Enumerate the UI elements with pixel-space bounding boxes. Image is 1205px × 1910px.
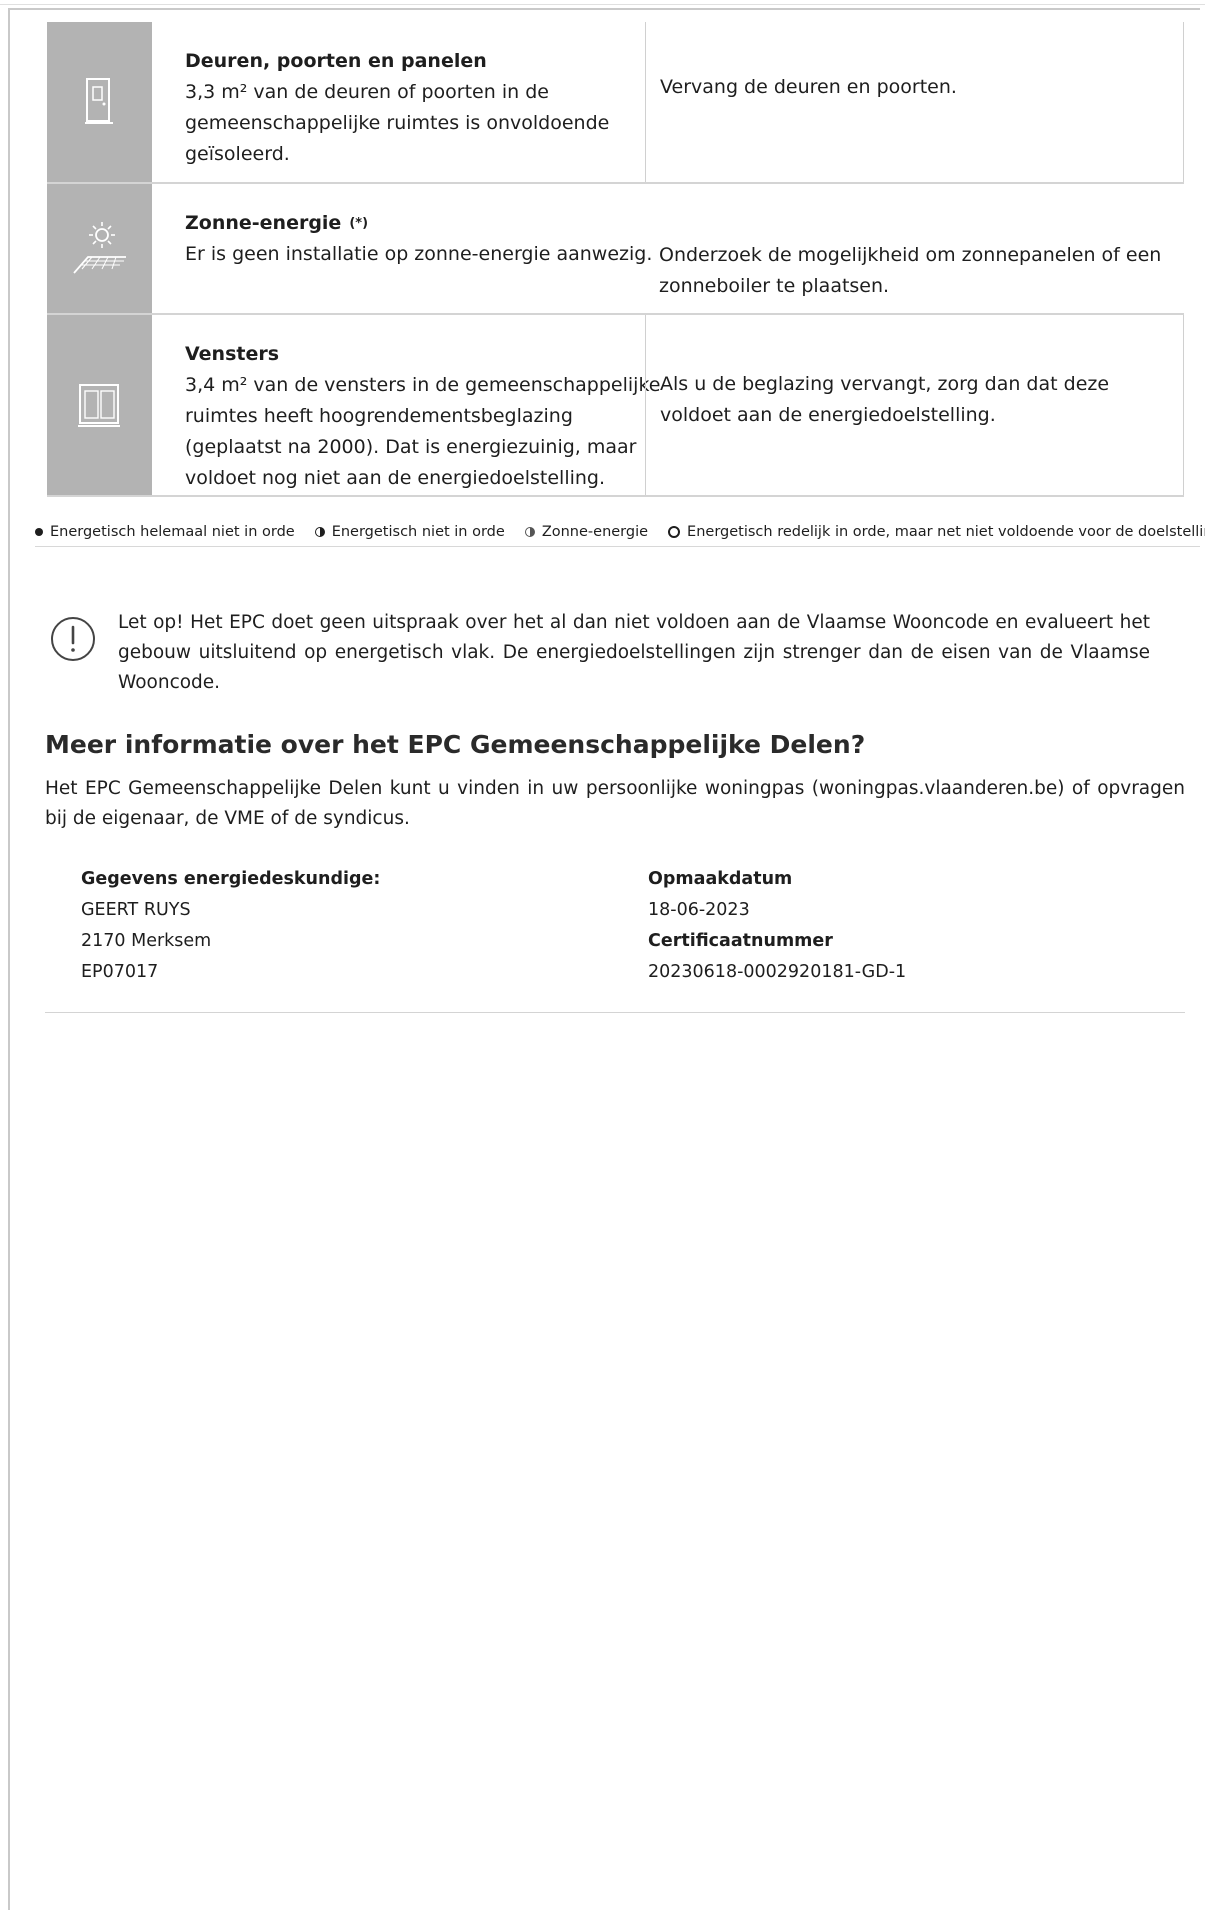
measure-advice-line: voldoet aan de energiedoelstelling. <box>660 404 996 426</box>
measure-current-state: Vensters 3,4 m² van de vensters in de ge… <box>152 315 661 495</box>
legend-label: Zonne-energie <box>541 524 649 540</box>
status-ring-dot-icon <box>668 526 681 538</box>
measure-icon-cell <box>47 22 152 182</box>
measure-current-state: Zonne-energie (*) Er is geen installatie … <box>152 184 653 313</box>
measure-advice-line: Als u de beglazing vervangt, zorg dan da… <box>660 373 1110 395</box>
measure-current-line: geïsoleerd. <box>185 143 290 165</box>
certificate-number-value: 20230618-0002920181-GD-1 <box>648 962 907 982</box>
measure-current-line: (geplaatst na 2000). Dat is energiezuini… <box>185 436 637 458</box>
measure-row-doors: Deuren, poorten en panelen 3,3 m² van de… <box>47 22 1184 184</box>
notice-text: Let op! Het EPC doet geen uitspraak over… <box>118 612 1150 693</box>
status-solar-dot-icon <box>524 527 535 537</box>
sun-roof-icon <box>72 221 126 274</box>
notice: Let op! Het EPC doet geen uitspraak over… <box>50 608 1150 698</box>
measures-table: Deuren, poorten en panelen 3,3 m² van de… <box>47 22 1184 497</box>
measure-current-line: gemeenschappelijke ruimtes is onvoldoend… <box>185 112 610 134</box>
measure-advice-line: Onderzoek de mogelijkheid om zonnepanele… <box>659 244 1162 266</box>
more-info-heading: Meer informatie over het EPC Gemeenschap… <box>45 730 866 759</box>
legend-item: Energetisch helemaal niet in orde <box>35 524 295 540</box>
measure-title: Vensters <box>185 343 280 365</box>
legend-label: Energetisch niet in orde <box>331 524 505 540</box>
expert-city: 2170 Merksem <box>81 931 212 951</box>
top-rule <box>0 4 1205 5</box>
measure-current-line: voldoet nog niet aan de energiedoelstell… <box>185 467 606 489</box>
legend: Energetisch helemaal niet in orde Energe… <box>35 524 1205 547</box>
date-label: Opmaakdatum <box>648 869 793 889</box>
measure-current-line: 3,4 m² van de vensters in de gemeenschap… <box>185 374 661 396</box>
solar-footnote-mark: (*) <box>349 216 369 231</box>
expert-details: Gegevens energiedeskundige: GEERT RUYS 2… <box>81 864 380 988</box>
measure-row-solar: Zonne-energie (*) Er is geen installatie … <box>47 184 1184 315</box>
expert-block: Gegevens energiedeskundige: GEERT RUYS 2… <box>45 852 1185 1013</box>
window-icon <box>77 384 120 427</box>
more-info-text: Het EPC Gemeenschappelijke Delen kunt u … <box>45 778 1185 829</box>
exclamation-circle-icon <box>51 617 95 661</box>
legend-item: Energetisch redelijk in orde, maar net n… <box>668 524 1205 540</box>
measure-current-line: ruimtes heeft hoogrendementsbeglazing <box>185 405 573 427</box>
measure-advice: Vervang de deuren en poorten. <box>645 22 1184 182</box>
certificate-details: Opmaakdatum 18-06-2023 Certificaatnummer… <box>648 864 906 988</box>
status-full-dot-icon <box>35 528 43 536</box>
measure-advice-line: zonneboiler te plaatsen. <box>659 275 890 297</box>
expert-name: GEERT RUYS <box>81 900 191 920</box>
measure-row-windows: Vensters 3,4 m² van de vensters in de ge… <box>47 315 1184 497</box>
measure-advice: Onderzoek de mogelijkheid om zonnepanele… <box>645 184 1184 313</box>
certificate-number-label: Certificaatnummer <box>648 931 833 951</box>
measure-current-state: Deuren, poorten en panelen 3,3 m² van de… <box>152 22 645 182</box>
legend-label: Energetisch redelijk in orde, maar net n… <box>687 524 1205 540</box>
status-half-dot-icon <box>314 527 325 537</box>
measure-icon-cell <box>47 315 152 495</box>
date-value: 18-06-2023 <box>648 900 750 920</box>
legend-item: Energetisch niet in orde <box>314 524 505 540</box>
legend-item: Zonne-energie <box>524 524 649 540</box>
measure-advice: Als u de beglazing vervangt, zorg dan da… <box>645 315 1184 495</box>
measure-advice-text: Vervang de deuren en poorten. <box>660 76 957 98</box>
measure-title: Deuren, poorten en panelen <box>185 50 487 72</box>
measure-current-line: 3,3 m² van de deuren of poorten in de <box>185 81 549 103</box>
measure-current-line: Er is geen installatie op zonne-energie … <box>185 243 653 265</box>
measure-icon-cell <box>47 184 152 313</box>
door-icon <box>84 78 113 124</box>
measure-title-text: Zonne-energie <box>185 212 342 234</box>
expert-id: EP07017 <box>81 962 159 982</box>
measure-title: Zonne-energie (*) <box>185 208 645 239</box>
expert-label: Gegevens energiedeskundige: <box>81 869 381 889</box>
legend-label: Energetisch helemaal niet in orde <box>50 524 295 540</box>
